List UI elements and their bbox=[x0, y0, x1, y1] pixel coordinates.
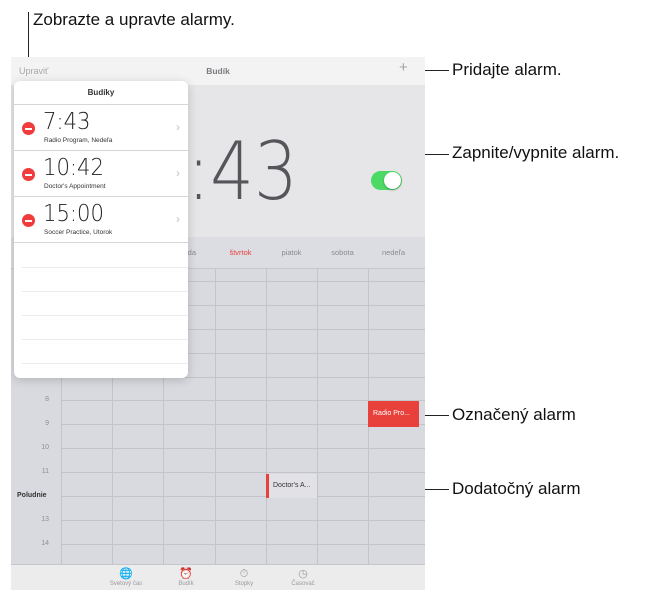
alarm-row[interactable]: 7:43 Radio Program, Nedeľa › bbox=[14, 105, 188, 151]
hour-label: 10 bbox=[41, 444, 49, 451]
alarm-row[interactable]: 15:00 Soccer Practice, Utorok › bbox=[14, 197, 188, 243]
day-thursday: štvrtok bbox=[229, 248, 252, 257]
ipad-screen: Upraviť Budík + :43 reda štvrtok piatok … bbox=[11, 57, 425, 590]
grid-hour-line bbox=[61, 544, 425, 545]
add-alarm-button[interactable]: + bbox=[399, 59, 408, 76]
alarm-label: Doctor's Appointment bbox=[44, 183, 106, 190]
delete-alarm-button[interactable] bbox=[22, 122, 35, 135]
callout-marked-alarm: Označený alarm bbox=[452, 405, 576, 424]
chevron-right-icon: › bbox=[176, 212, 180, 226]
day-saturday: sobota bbox=[331, 248, 354, 257]
callout-toggle-alarm: Zapnite/vypnite alarm. bbox=[452, 143, 620, 162]
alarms-popover: Budíky 7:43 Radio Program, Nedeľa › 10:4… bbox=[14, 81, 188, 378]
event-label: Doctor's A... bbox=[273, 482, 311, 489]
next-alarm-time: :43 bbox=[187, 125, 298, 218]
divider bbox=[22, 315, 188, 316]
page-title: Budík bbox=[206, 66, 230, 76]
alarm-label: Radio Program, Nedeľa bbox=[44, 137, 113, 144]
tab-bar: 🌐 Svetový čas ⏰ Budík ⏱ Stopky ◷ Časovač bbox=[11, 564, 425, 590]
tab-label: Stopky bbox=[234, 581, 254, 587]
delete-alarm-button[interactable] bbox=[22, 214, 35, 227]
callout-extra-alarm: Dodatočný alarm bbox=[452, 479, 581, 498]
hour-label-noon: Poludnie bbox=[17, 492, 47, 499]
popover-title: Budíky bbox=[87, 88, 115, 97]
divider bbox=[22, 291, 188, 292]
hour-label: 9 bbox=[45, 420, 49, 427]
alarm-clock-icon: ⏰ bbox=[179, 568, 193, 580]
tab-label: Svetový čas bbox=[109, 581, 143, 587]
tab-stopwatch[interactable]: ⏱ Stopky bbox=[214, 568, 274, 587]
divider bbox=[22, 363, 188, 364]
hour-label: 14 bbox=[41, 540, 49, 547]
hour-label: 11 bbox=[41, 468, 49, 475]
hour-label: 8 bbox=[45, 396, 49, 403]
divider bbox=[22, 267, 188, 268]
grid-hour-line bbox=[61, 448, 425, 449]
alarm-time: 15:00 bbox=[43, 201, 104, 227]
chevron-right-icon: › bbox=[176, 166, 180, 180]
tab-world-clock[interactable]: 🌐 Svetový čas bbox=[96, 568, 156, 587]
day-sunday: nedeľa bbox=[381, 248, 406, 257]
hour-label: 13 bbox=[41, 516, 49, 523]
grid-hour-line bbox=[61, 472, 425, 473]
extra-alarm-event[interactable]: Doctor's A... bbox=[266, 474, 317, 498]
chevron-right-icon: › bbox=[176, 120, 180, 134]
callout-view-edit: Zobrazte a upravte alarmy. bbox=[33, 10, 235, 29]
stopwatch-icon: ⏱ bbox=[239, 568, 249, 580]
tab-timer[interactable]: ◷ Časovač bbox=[273, 568, 333, 587]
grid-hour-line bbox=[61, 520, 425, 521]
tab-label: Časovač bbox=[291, 581, 315, 587]
event-label: Radio Pro... bbox=[373, 410, 410, 417]
grid-hour-line bbox=[61, 496, 425, 497]
delete-alarm-button[interactable] bbox=[22, 168, 35, 181]
alarm-row[interactable]: 10:42 Doctor's Appointment › bbox=[14, 151, 188, 197]
globe-icon: 🌐 bbox=[119, 568, 133, 580]
day-friday: piatok bbox=[281, 248, 302, 257]
tab-alarm[interactable]: ⏰ Budík bbox=[156, 568, 216, 587]
toggle-knob bbox=[384, 172, 401, 189]
divider bbox=[22, 339, 188, 340]
alarm-time: 10:42 bbox=[43, 155, 104, 181]
alarm-toggle-switch[interactable] bbox=[371, 171, 402, 190]
callout-add-alarm: Pridajte alarm. bbox=[452, 60, 562, 79]
timer-icon: ◷ bbox=[298, 568, 308, 580]
alarm-label: Soccer Practice, Utorok bbox=[44, 229, 113, 236]
alarm-time: 7:43 bbox=[43, 109, 91, 135]
tab-label: Budík bbox=[178, 581, 194, 587]
marked-alarm-event[interactable]: Radio Pro... bbox=[368, 401, 419, 427]
